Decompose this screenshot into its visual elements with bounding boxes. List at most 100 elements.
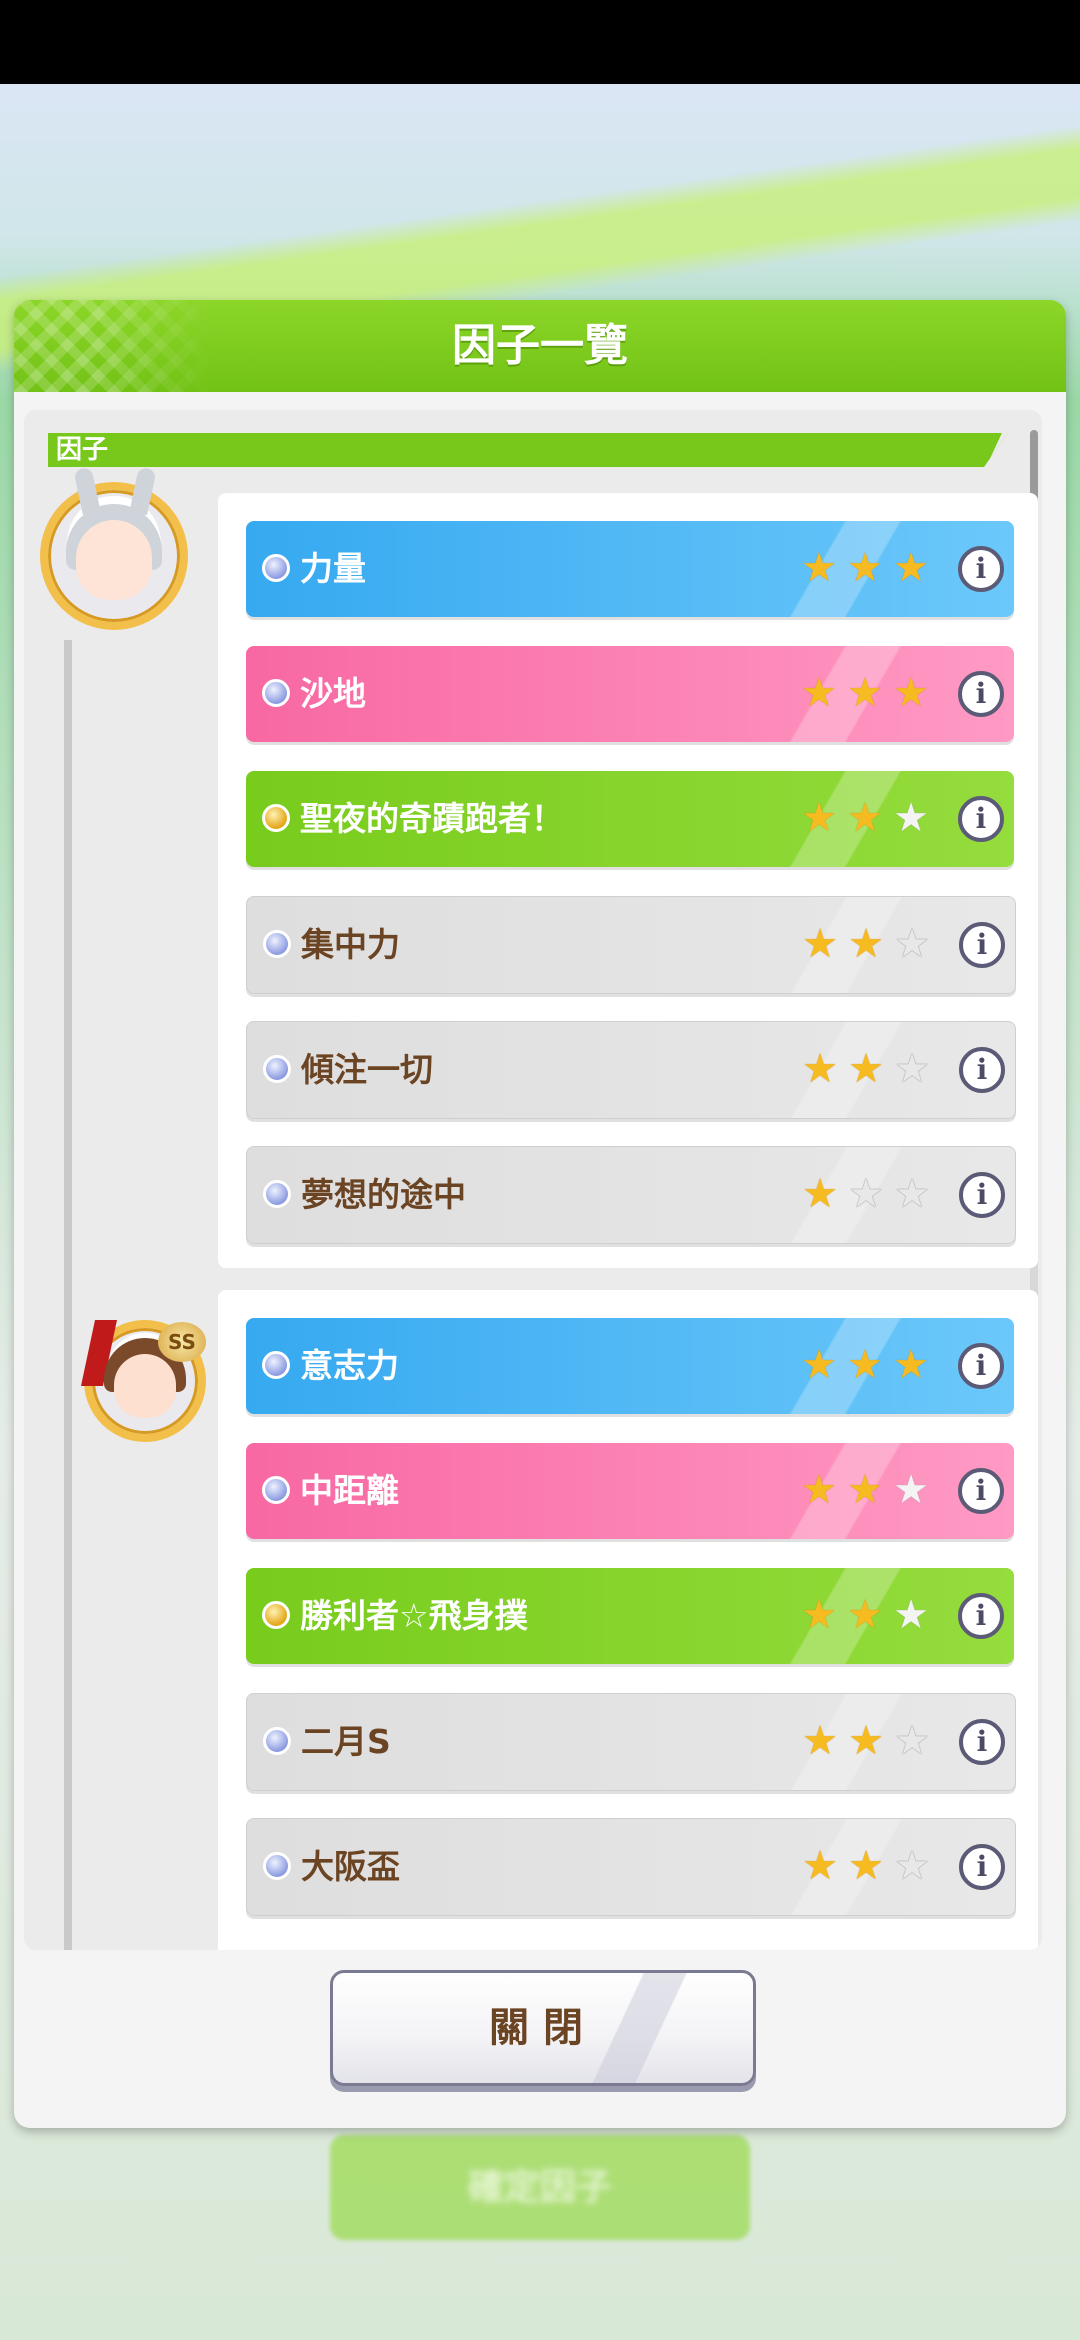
silver-factor-icon xyxy=(263,1180,291,1208)
star-rating: ★ ★ ★ xyxy=(799,923,933,967)
star-filled-icon: ★ xyxy=(802,921,838,967)
star-filled-icon: ★ xyxy=(847,670,883,716)
info-icon[interactable]: i xyxy=(958,1593,1004,1639)
info-icon[interactable]: i xyxy=(958,1343,1004,1389)
star-filled-icon: ★ xyxy=(848,1718,884,1764)
factor-row[interactable]: 聖夜的奇蹟跑者！ ★ ★ ★ i xyxy=(246,771,1014,867)
silver-factor-icon xyxy=(263,1852,291,1880)
star-filled-icon: ★ xyxy=(848,1046,884,1092)
star-filled-icon: ★ xyxy=(801,545,837,591)
avatar-face xyxy=(76,520,152,600)
factor-name: 集中力 xyxy=(301,925,400,964)
avatar-face xyxy=(114,1354,176,1418)
star-empty-icon: ★ xyxy=(893,1592,929,1638)
info-icon[interactable]: i xyxy=(958,671,1004,717)
factor-list-dialog: 因子一覽 因子 力量 ★ ★ ★ i 沙地 ★ ★ ★ i 聖夜的奇蹟跑者！ ★ ★ ★ i 集中力 ★ ★ ★ i 傾… xyxy=(14,300,1066,2128)
star-filled-icon: ★ xyxy=(801,795,837,841)
star-empty-icon: ★ xyxy=(894,1046,930,1092)
star-rating: ★ ★ ★ xyxy=(799,1720,933,1764)
section-label: 因子 xyxy=(56,435,109,465)
factor-row[interactable]: 力量 ★ ★ ★ i xyxy=(246,521,1014,617)
star-empty-icon: ★ xyxy=(894,1718,930,1764)
info-icon[interactable]: i xyxy=(958,1468,1004,1514)
star-filled-icon: ★ xyxy=(801,1467,837,1513)
factor-row[interactable]: 二月S ★ ★ ★ i xyxy=(246,1693,1016,1791)
star-empty-icon: ★ xyxy=(894,1171,930,1217)
close-button[interactable]: 關閉 xyxy=(330,1970,756,2086)
factor-name: 聖夜的奇蹟跑者！ xyxy=(300,799,564,838)
star-filled-icon: ★ xyxy=(848,1843,884,1889)
info-icon[interactable]: i xyxy=(959,1719,1005,1765)
star-filled-icon: ★ xyxy=(801,670,837,716)
gold-factor-icon xyxy=(262,1601,290,1629)
dialog-header: 因子一覽 xyxy=(14,300,1066,392)
info-icon[interactable]: i xyxy=(958,796,1004,842)
factor-row[interactable]: 集中力 ★ ★ ★ i xyxy=(246,896,1016,994)
factor-name: 傾注一切 xyxy=(301,1050,433,1089)
silver-factor-icon xyxy=(262,679,290,707)
avatar-parent-1[interactable] xyxy=(40,466,188,630)
silver-factor-icon xyxy=(263,930,291,958)
star-empty-icon: ★ xyxy=(894,921,930,967)
info-icon[interactable]: i xyxy=(959,1047,1005,1093)
star-filled-icon: ★ xyxy=(893,670,929,716)
star-filled-icon: ★ xyxy=(847,545,883,591)
factor-name: 中距離 xyxy=(300,1471,399,1510)
factor-row[interactable]: 夢想的途中 ★ ★ ★ i xyxy=(246,1146,1016,1244)
factor-row[interactable]: 大阪盃 ★ ★ ★ i xyxy=(246,1818,1016,1916)
status-bar xyxy=(0,0,1080,84)
star-filled-icon: ★ xyxy=(801,1592,837,1638)
star-filled-icon: ★ xyxy=(893,1342,929,1388)
lineage-timeline xyxy=(64,640,72,1950)
star-rating: ★ ★ ★ xyxy=(798,797,932,841)
factor-row[interactable]: 勝利者☆飛身撲 ★ ★ ★ i xyxy=(246,1568,1014,1664)
silver-factor-icon xyxy=(262,554,290,582)
star-filled-icon: ★ xyxy=(802,1718,838,1764)
star-filled-icon: ★ xyxy=(847,1467,883,1513)
factor-row[interactable]: 中距離 ★ ★ ★ i xyxy=(246,1443,1014,1539)
factor-list-panel[interactable]: 因子 力量 ★ ★ ★ i 沙地 ★ ★ ★ i 聖夜的奇蹟跑者！ ★ ★ ★ i 集中力 ★ ★ ★ i 傾注一切 ★ ★… xyxy=(24,410,1042,1950)
factor-name: 意志力 xyxy=(300,1346,399,1385)
factor-name: 大阪盃 xyxy=(301,1847,400,1886)
factor-row[interactable]: 傾注一切 ★ ★ ★ i xyxy=(246,1021,1016,1119)
info-icon[interactable]: i xyxy=(959,1172,1005,1218)
factor-name: 沙地 xyxy=(300,674,366,713)
star-rating: ★ ★ ★ xyxy=(799,1845,933,1889)
star-filled-icon: ★ xyxy=(802,1171,838,1217)
close-button-label: 關閉 xyxy=(489,2005,597,2051)
factor-name: 力量 xyxy=(300,549,366,588)
rank-badge: SS xyxy=(158,1322,206,1362)
info-icon[interactable]: i xyxy=(959,1844,1005,1890)
star-rating: ★ ★ ★ xyxy=(798,547,932,591)
info-icon[interactable]: i xyxy=(958,546,1004,592)
factor-name: 夢想的途中 xyxy=(301,1175,466,1214)
factor-card-parent-2: 意志力 ★ ★ ★ i 中距離 ★ ★ ★ i 勝利者☆飛身撲 ★ ★ ★ i 二月S ★ ★ ★ i 大阪盃 ★ ★ ★ i xyxy=(218,1290,1038,1950)
star-filled-icon: ★ xyxy=(893,545,929,591)
factor-row[interactable]: 沙地 ★ ★ ★ i xyxy=(246,646,1014,742)
section-header-bar: 因子 xyxy=(48,433,1008,467)
silver-factor-icon xyxy=(262,1351,290,1379)
factor-row[interactable]: 意志力 ★ ★ ★ i xyxy=(246,1318,1014,1414)
section-bar-slash xyxy=(986,433,1008,467)
factor-name: 勝利者☆飛身撲 xyxy=(300,1596,528,1635)
avatar-parent-2[interactable]: SS xyxy=(80,1320,206,1442)
star-filled-icon: ★ xyxy=(847,1342,883,1388)
dialog-title: 因子一覽 xyxy=(452,320,628,371)
star-rating: ★ ★ ★ xyxy=(798,1469,932,1513)
silver-factor-icon xyxy=(262,1476,290,1504)
star-rating: ★ ★ ★ xyxy=(798,672,932,716)
factor-card-parent-1: 力量 ★ ★ ★ i 沙地 ★ ★ ★ i 聖夜的奇蹟跑者！ ★ ★ ★ i 集中力 ★ ★ ★ i 傾注一切 ★ ★ ★ i 夢… xyxy=(218,493,1038,1268)
star-empty-icon: ★ xyxy=(893,795,929,841)
factor-name: 二月S xyxy=(301,1722,391,1761)
info-icon[interactable]: i xyxy=(959,922,1005,968)
star-rating: ★ ★ ★ xyxy=(799,1048,933,1092)
star-filled-icon: ★ xyxy=(847,1592,883,1638)
background-confirm-label: 確定因子 xyxy=(467,2167,612,2208)
star-rating: ★ ★ ★ xyxy=(798,1594,932,1638)
star-filled-icon: ★ xyxy=(848,921,884,967)
star-filled-icon: ★ xyxy=(802,1046,838,1092)
background-confirm-button: 確定因子 xyxy=(330,2135,750,2240)
star-filled-icon: ★ xyxy=(801,1342,837,1388)
silver-factor-icon xyxy=(263,1055,291,1083)
star-empty-icon: ★ xyxy=(894,1843,930,1889)
